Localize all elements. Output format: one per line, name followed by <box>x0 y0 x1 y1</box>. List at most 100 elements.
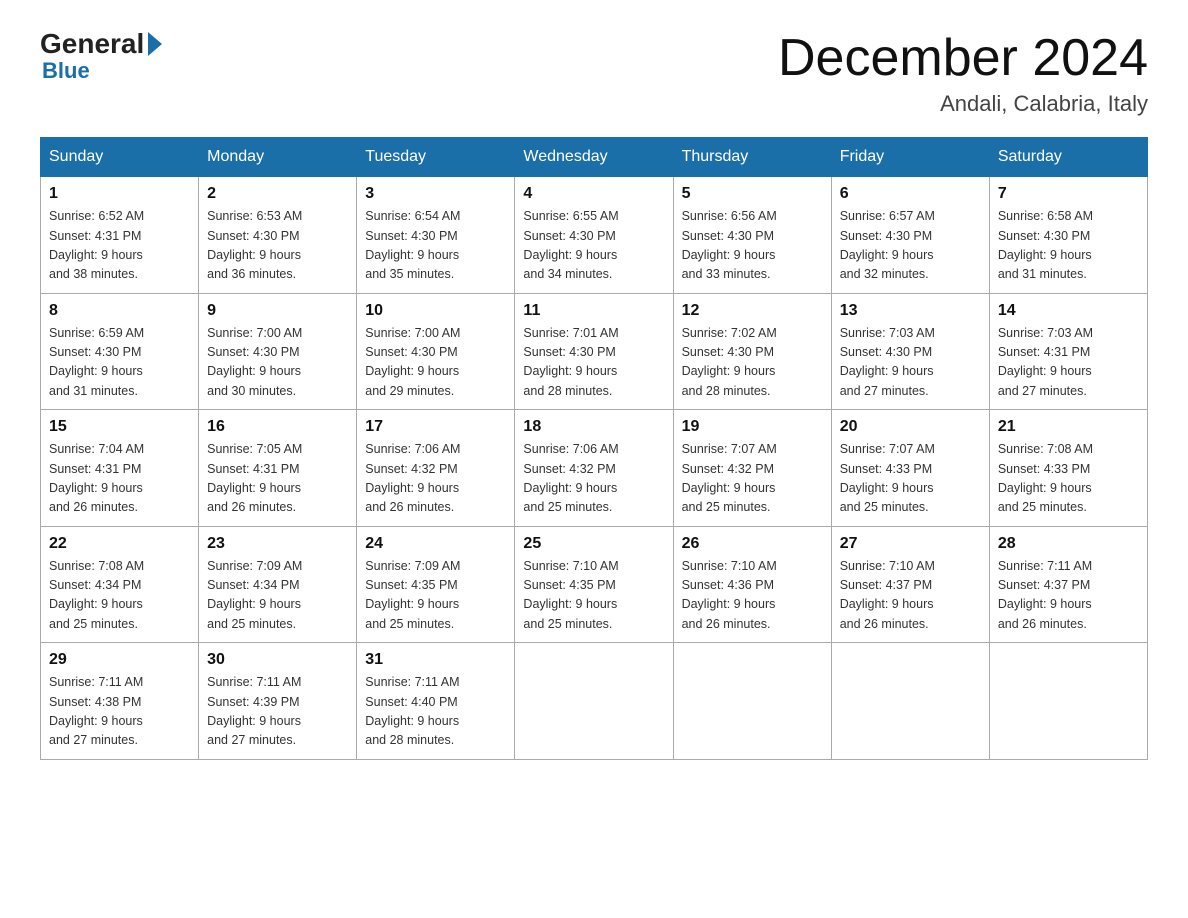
calendar-day-16: 16 Sunrise: 7:05 AMSunset: 4:31 PMDayligh… <box>199 410 357 527</box>
calendar-day-12: 12 Sunrise: 7:02 AMSunset: 4:30 PMDayligh… <box>673 293 831 410</box>
day-info: Sunrise: 7:01 AMSunset: 4:30 PMDaylight:… <box>523 324 664 402</box>
day-info: Sunrise: 7:00 AMSunset: 4:30 PMDaylight:… <box>365 324 506 402</box>
calendar-empty-cell <box>831 643 989 760</box>
day-number: 22 <box>49 535 190 553</box>
day-number: 9 <box>207 302 348 320</box>
day-number: 17 <box>365 418 506 436</box>
day-info: Sunrise: 6:57 AMSunset: 4:30 PMDaylight:… <box>840 207 981 285</box>
calendar-day-8: 8 Sunrise: 6:59 AMSunset: 4:30 PMDaylight… <box>41 293 199 410</box>
calendar-empty-cell <box>515 643 673 760</box>
day-info: Sunrise: 7:11 AMSunset: 4:40 PMDaylight:… <box>365 673 506 751</box>
day-info: Sunrise: 7:02 AMSunset: 4:30 PMDaylight:… <box>682 324 823 402</box>
calendar-header-thursday: Thursday <box>673 138 831 177</box>
calendar-empty-cell <box>673 643 831 760</box>
logo: General Blue <box>40 30 162 82</box>
day-number: 24 <box>365 535 506 553</box>
calendar-day-20: 20Sunrise: 7:07 AMSunset: 4:33 PMDayligh… <box>831 410 989 527</box>
calendar-header-wednesday: Wednesday <box>515 138 673 177</box>
calendar-header-row: SundayMondayTuesdayWednesdayThursdayFrid… <box>41 138 1148 177</box>
day-info: Sunrise: 7:00 AMSunset: 4:30 PMDaylight:… <box>207 324 348 402</box>
calendar-header-friday: Friday <box>831 138 989 177</box>
day-info: Sunrise: 6:59 AMSunset: 4:30 PMDaylight:… <box>49 324 190 402</box>
calendar-week-row: 15Sunrise: 7:04 AMSunset: 4:31 PMDayligh… <box>41 410 1148 527</box>
calendar-day-3: 3 Sunrise: 6:54 AMSunset: 4:30 PMDaylight… <box>357 177 515 294</box>
day-info: Sunrise: 7:05 AMSunset: 4:31 PMDaylight:… <box>207 440 348 518</box>
calendar-day-11: 11 Sunrise: 7:01 AMSunset: 4:30 PMDayligh… <box>515 293 673 410</box>
calendar-day-18: 18Sunrise: 7:06 AMSunset: 4:32 PMDayligh… <box>515 410 673 527</box>
calendar-header-saturday: Saturday <box>989 138 1147 177</box>
calendar-day-10: 10 Sunrise: 7:00 AMSunset: 4:30 PMDayligh… <box>357 293 515 410</box>
day-number: 10 <box>365 302 506 320</box>
day-info: Sunrise: 6:52 AMSunset: 4:31 PMDaylight:… <box>49 207 190 285</box>
calendar-day-24: 24 Sunrise: 7:09 AMSunset: 4:35 PMDayligh… <box>357 526 515 643</box>
day-number: 21 <box>998 418 1139 436</box>
day-info: Sunrise: 6:58 AMSunset: 4:30 PMDaylight:… <box>998 207 1139 285</box>
calendar-day-30: 30Sunrise: 7:11 AMSunset: 4:39 PMDayligh… <box>199 643 357 760</box>
day-number: 16 <box>207 418 348 436</box>
title-section: December 2024 Andali, Calabria, Italy <box>778 30 1148 117</box>
calendar-day-25: 25 Sunrise: 7:10 AMSunset: 4:35 PMDayligh… <box>515 526 673 643</box>
day-number: 6 <box>840 185 981 203</box>
day-number: 13 <box>840 302 981 320</box>
day-info: Sunrise: 7:11 AMSunset: 4:37 PMDaylight:… <box>998 557 1139 635</box>
day-number: 2 <box>207 185 348 203</box>
day-number: 12 <box>682 302 823 320</box>
calendar-header-monday: Monday <box>199 138 357 177</box>
day-number: 19 <box>682 418 823 436</box>
day-info: Sunrise: 7:07 AMSunset: 4:33 PMDaylight:… <box>840 440 981 518</box>
day-info: Sunrise: 7:11 AMSunset: 4:38 PMDaylight:… <box>49 673 190 751</box>
calendar-header-sunday: Sunday <box>41 138 199 177</box>
day-info: Sunrise: 7:10 AMSunset: 4:36 PMDaylight:… <box>682 557 823 635</box>
calendar-table: SundayMondayTuesdayWednesdayThursdayFrid… <box>40 137 1148 760</box>
day-number: 3 <box>365 185 506 203</box>
day-number: 25 <box>523 535 664 553</box>
calendar-day-2: 2 Sunrise: 6:53 AMSunset: 4:30 PMDaylight… <box>199 177 357 294</box>
day-info: Sunrise: 7:09 AMSunset: 4:34 PMDaylight:… <box>207 557 348 635</box>
day-number: 26 <box>682 535 823 553</box>
day-number: 4 <box>523 185 664 203</box>
calendar-header-tuesday: Tuesday <box>357 138 515 177</box>
calendar-day-28: 28 Sunrise: 7:11 AMSunset: 4:37 PMDayligh… <box>989 526 1147 643</box>
day-number: 27 <box>840 535 981 553</box>
day-info: Sunrise: 6:54 AMSunset: 4:30 PMDaylight:… <box>365 207 506 285</box>
day-info: Sunrise: 7:08 AMSunset: 4:33 PMDaylight:… <box>998 440 1139 518</box>
day-number: 23 <box>207 535 348 553</box>
calendar-day-29: 29 Sunrise: 7:11 AMSunset: 4:38 PMDayligh… <box>41 643 199 760</box>
calendar-week-row: 29 Sunrise: 7:11 AMSunset: 4:38 PMDayligh… <box>41 643 1148 760</box>
day-number: 29 <box>49 651 190 669</box>
calendar-week-row: 1Sunrise: 6:52 AMSunset: 4:31 PMDaylight… <box>41 177 1148 294</box>
logo-blue-text: Blue <box>40 60 162 82</box>
day-info: Sunrise: 7:06 AMSunset: 4:32 PMDaylight:… <box>365 440 506 518</box>
day-number: 5 <box>682 185 823 203</box>
day-info: Sunrise: 7:09 AMSunset: 4:35 PMDaylight:… <box>365 557 506 635</box>
day-info: Sunrise: 7:10 AMSunset: 4:35 PMDaylight:… <box>523 557 664 635</box>
calendar-empty-cell <box>989 643 1147 760</box>
calendar-day-19: 19Sunrise: 7:07 AMSunset: 4:32 PMDayligh… <box>673 410 831 527</box>
logo-arrow-icon <box>148 32 162 56</box>
calendar-day-27: 27 Sunrise: 7:10 AMSunset: 4:37 PMDayligh… <box>831 526 989 643</box>
page-header: General Blue December 2024 Andali, Calab… <box>40 30 1148 117</box>
day-info: Sunrise: 7:03 AMSunset: 4:31 PMDaylight:… <box>998 324 1139 402</box>
day-info: Sunrise: 7:10 AMSunset: 4:37 PMDaylight:… <box>840 557 981 635</box>
day-number: 11 <box>523 302 664 320</box>
location-subtitle: Andali, Calabria, Italy <box>778 91 1148 117</box>
day-info: Sunrise: 6:56 AMSunset: 4:30 PMDaylight:… <box>682 207 823 285</box>
calendar-day-21: 21 Sunrise: 7:08 AMSunset: 4:33 PMDayligh… <box>989 410 1147 527</box>
day-number: 8 <box>49 302 190 320</box>
day-number: 7 <box>998 185 1139 203</box>
day-info: Sunrise: 6:53 AMSunset: 4:30 PMDaylight:… <box>207 207 348 285</box>
day-info: Sunrise: 6:55 AMSunset: 4:30 PMDaylight:… <box>523 207 664 285</box>
month-title: December 2024 <box>778 30 1148 87</box>
logo-general-text: General <box>40 30 144 58</box>
calendar-day-26: 26 Sunrise: 7:10 AMSunset: 4:36 PMDayligh… <box>673 526 831 643</box>
day-info: Sunrise: 7:04 AMSunset: 4:31 PMDaylight:… <box>49 440 190 518</box>
day-number: 18 <box>523 418 664 436</box>
day-info: Sunrise: 7:03 AMSunset: 4:30 PMDaylight:… <box>840 324 981 402</box>
calendar-day-7: 7 Sunrise: 6:58 AMSunset: 4:30 PMDaylight… <box>989 177 1147 294</box>
day-number: 31 <box>365 651 506 669</box>
calendar-day-23: 23 Sunrise: 7:09 AMSunset: 4:34 PMDayligh… <box>199 526 357 643</box>
day-number: 28 <box>998 535 1139 553</box>
calendar-day-17: 17 Sunrise: 7:06 AMSunset: 4:32 PMDayligh… <box>357 410 515 527</box>
calendar-week-row: 8 Sunrise: 6:59 AMSunset: 4:30 PMDaylight… <box>41 293 1148 410</box>
day-info: Sunrise: 7:11 AMSunset: 4:39 PMDaylight:… <box>207 673 348 751</box>
